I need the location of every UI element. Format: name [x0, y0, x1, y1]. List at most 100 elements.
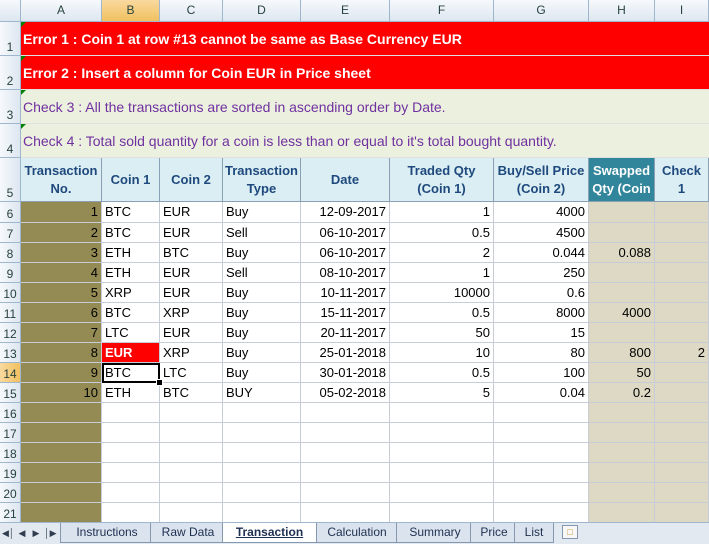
row-header-15[interactable]: 15 [0, 383, 21, 403]
cell-g17[interactable] [494, 423, 589, 443]
table-header-cell[interactable]: Coin 2 [160, 158, 223, 202]
cell-d7[interactable]: Sell [223, 223, 301, 243]
cell-c18[interactable] [160, 443, 223, 463]
cell-f18[interactable] [390, 443, 494, 463]
cell-e13[interactable]: 25-01-2018 [301, 343, 390, 363]
cell-g11[interactable]: 8000 [494, 303, 589, 323]
cell-i20[interactable] [655, 483, 709, 503]
cell-e7[interactable]: 06-10-2017 [301, 223, 390, 243]
cell-e11[interactable]: 15-11-2017 [301, 303, 390, 323]
fill-handle[interactable] [156, 379, 163, 386]
cell-e9[interactable]: 08-10-2017 [301, 263, 390, 283]
sheet-tab-list[interactable]: List [514, 523, 554, 543]
cell-a21[interactable] [21, 503, 102, 523]
cell-c7[interactable]: EUR [160, 223, 223, 243]
cell-f21[interactable] [390, 503, 494, 523]
row-header-4[interactable]: 4 [0, 124, 21, 158]
cell-c15[interactable]: BTC [160, 383, 223, 403]
cell-d9[interactable]: Sell [223, 263, 301, 283]
cell-h6[interactable] [589, 202, 655, 223]
cell-h18[interactable] [589, 443, 655, 463]
select-all-corner[interactable] [0, 0, 21, 22]
cell-c8[interactable]: BTC [160, 243, 223, 263]
cell-c19[interactable] [160, 463, 223, 483]
cell-a11[interactable]: 6 [21, 303, 102, 323]
cell-d20[interactable] [223, 483, 301, 503]
table-header-cell[interactable]: Transaction No. [21, 158, 102, 202]
cell-b7[interactable]: BTC [102, 223, 160, 243]
table-header-cell[interactable]: Buy/Sell Price (Coin 2) [494, 158, 589, 202]
cell-h10[interactable] [589, 283, 655, 303]
cell-i13[interactable]: 2 [655, 343, 709, 363]
cell-i8[interactable] [655, 243, 709, 263]
table-header-cell[interactable]: Date [301, 158, 390, 202]
cell-h8[interactable]: 0.088 [589, 243, 655, 263]
first-sheet-icon[interactable]: ◀│ [2, 526, 15, 540]
cell-g9[interactable]: 250 [494, 263, 589, 283]
column-header-f[interactable]: F [390, 0, 494, 22]
cell-f13[interactable]: 10 [390, 343, 494, 363]
cell-b21[interactable] [102, 503, 160, 523]
cell-c13[interactable]: XRP [160, 343, 223, 363]
next-sheet-icon[interactable]: ▶ [30, 526, 42, 540]
cell-a14[interactable]: 9 [21, 363, 102, 383]
cell-e17[interactable] [301, 423, 390, 443]
cell-f12[interactable]: 50 [390, 323, 494, 343]
cell-g15[interactable]: 0.04 [494, 383, 589, 403]
cell-i19[interactable] [655, 463, 709, 483]
column-header-i[interactable]: I [655, 0, 709, 22]
cell-f9[interactable]: 1 [390, 263, 494, 283]
cell-b18[interactable] [102, 443, 160, 463]
cell-c6[interactable]: EUR [160, 202, 223, 223]
row-header-18[interactable]: 18 [0, 443, 21, 463]
cell-b11[interactable]: BTC [102, 303, 160, 323]
row-header-14[interactable]: 14 [0, 363, 21, 383]
cell-e19[interactable] [301, 463, 390, 483]
cell-i14[interactable] [655, 363, 709, 383]
cell-g21[interactable] [494, 503, 589, 523]
cell-h20[interactable] [589, 483, 655, 503]
cell-c16[interactable] [160, 403, 223, 423]
cell-g7[interactable]: 4500 [494, 223, 589, 243]
cell-c21[interactable] [160, 503, 223, 523]
column-header-e[interactable]: E [301, 0, 390, 22]
cell-g20[interactable] [494, 483, 589, 503]
cell-d11[interactable]: Buy [223, 303, 301, 323]
cell-h15[interactable]: 0.2 [589, 383, 655, 403]
prev-sheet-icon[interactable]: ◀ [16, 526, 28, 540]
cell-a6[interactable]: 1 [21, 202, 102, 223]
cell-i10[interactable] [655, 283, 709, 303]
last-sheet-icon[interactable]: │▶ [44, 526, 57, 540]
cell-b19[interactable] [102, 463, 160, 483]
cell-c20[interactable] [160, 483, 223, 503]
cell-b6[interactable]: BTC [102, 202, 160, 223]
cell-e16[interactable] [301, 403, 390, 423]
cell-b15[interactable]: ETH [102, 383, 160, 403]
cell-e15[interactable]: 05-02-2018 [301, 383, 390, 403]
cell-a12[interactable]: 7 [21, 323, 102, 343]
cell-i12[interactable] [655, 323, 709, 343]
cell-b10[interactable]: XRP [102, 283, 160, 303]
cell-a8[interactable]: 3 [21, 243, 102, 263]
cell-a15[interactable]: 10 [21, 383, 102, 403]
cell-f16[interactable] [390, 403, 494, 423]
cell-g13[interactable]: 80 [494, 343, 589, 363]
sheet-tab-summary[interactable]: Summary [396, 523, 474, 543]
cell-g19[interactable] [494, 463, 589, 483]
cell-e12[interactable]: 20-11-2017 [301, 323, 390, 343]
cell-i11[interactable] [655, 303, 709, 323]
sheet-tab-price[interactable]: Price [470, 523, 518, 543]
cell-f10[interactable]: 10000 [390, 283, 494, 303]
cell-d17[interactable] [223, 423, 301, 443]
cell-d19[interactable] [223, 463, 301, 483]
cell-a20[interactable] [21, 483, 102, 503]
cell-e21[interactable] [301, 503, 390, 523]
cell-b17[interactable] [102, 423, 160, 443]
cell-g8[interactable]: 0.044 [494, 243, 589, 263]
cell-e6[interactable]: 12-09-2017 [301, 202, 390, 223]
sheet-tab-transaction[interactable]: Transaction [222, 523, 317, 543]
table-header-cell[interactable]: Check 1 [655, 158, 709, 202]
cell-b9[interactable]: ETH [102, 263, 160, 283]
cell-a19[interactable] [21, 463, 102, 483]
cell-d18[interactable] [223, 443, 301, 463]
